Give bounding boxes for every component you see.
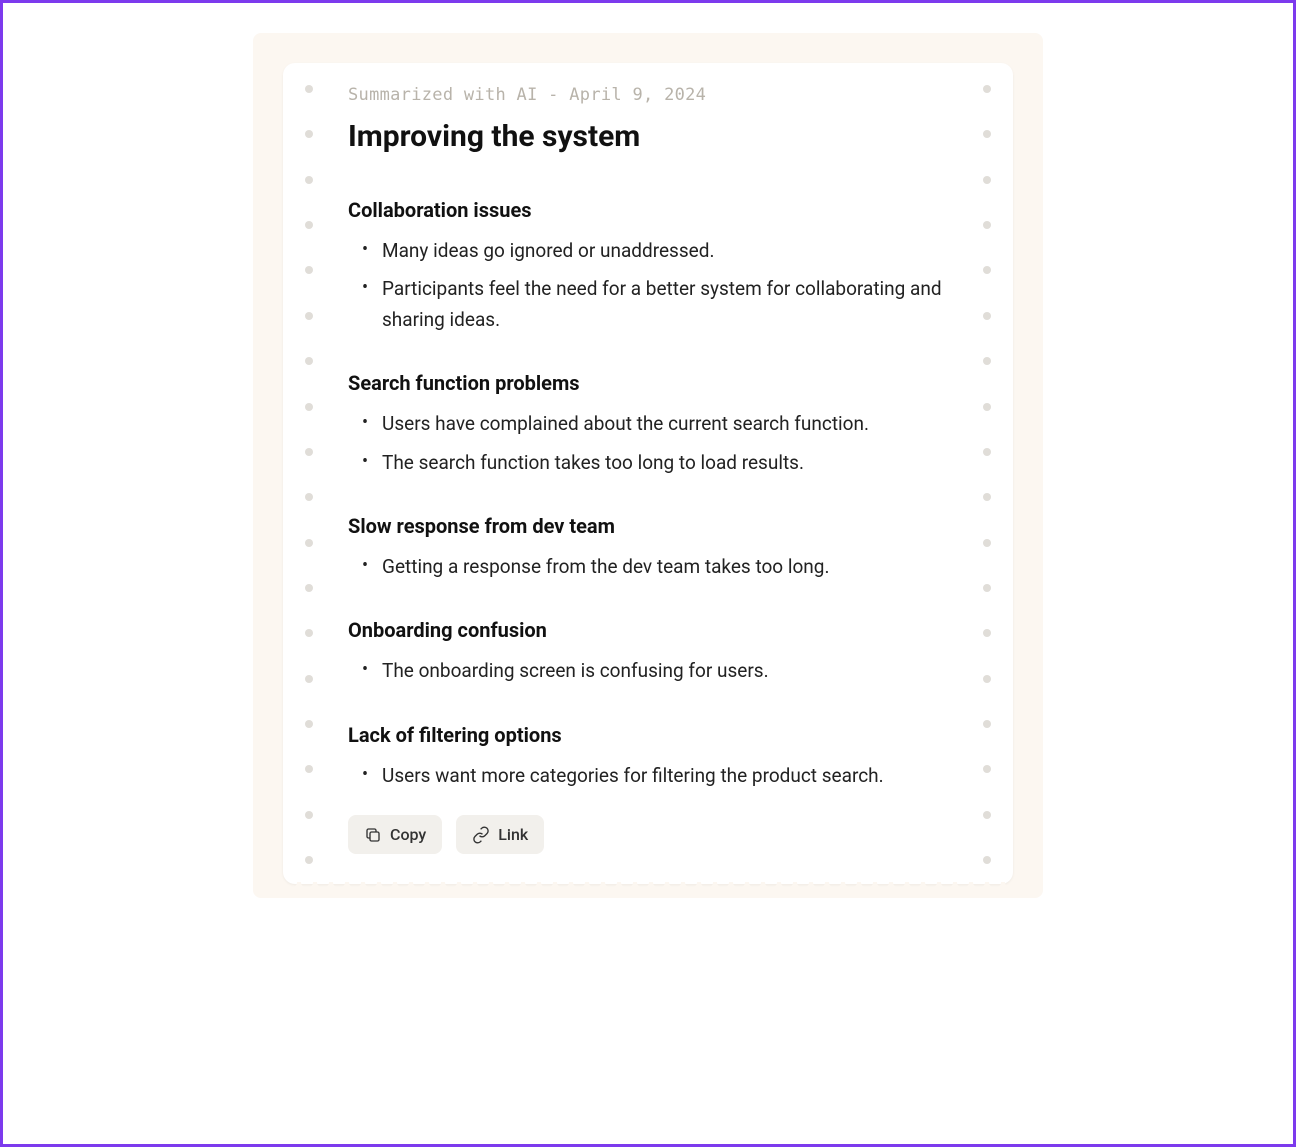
section-list: The onboarding screen is confusing for u…: [348, 656, 948, 686]
section-list: Getting a response from the dev team tak…: [348, 552, 948, 582]
section-lack-filtering-options: Lack of filtering options Users want mor…: [348, 723, 948, 791]
list-item: Participants feel the need for a better …: [362, 274, 948, 335]
meta-date: April 9, 2024: [569, 85, 706, 105]
link-button[interactable]: Link: [456, 815, 544, 854]
section-heading: Onboarding confusion: [348, 618, 948, 642]
meta-separator: -: [538, 85, 570, 105]
section-search-function-problems: Search function problems Users have comp…: [348, 371, 948, 478]
link-button-label: Link: [498, 825, 528, 844]
section-slow-response-dev-team: Slow response from dev team Getting a re…: [348, 514, 948, 582]
section-collaboration-issues: Collaboration issues Many ideas go ignor…: [348, 198, 948, 335]
section-heading: Slow response from dev team: [348, 514, 948, 538]
section-heading: Collaboration issues: [348, 198, 948, 222]
list-item: Users have complained about the current …: [362, 409, 948, 439]
page-title: Improving the system: [348, 119, 948, 154]
meta-line: Summarized with AI - April 9, 2024: [348, 85, 948, 105]
section-heading: Lack of filtering options: [348, 723, 948, 747]
list-item: Getting a response from the dev team tak…: [362, 552, 948, 582]
copy-button-label: Copy: [390, 825, 426, 844]
binding-holes-left: [305, 85, 313, 864]
meta-prefix: Summarized with AI: [348, 85, 538, 105]
torn-edge-decoration: [283, 882, 1013, 896]
summary-card: Summarized with AI - April 9, 2024 Impro…: [283, 63, 1013, 884]
action-bar: Copy Link: [348, 815, 948, 854]
section-onboarding-confusion: Onboarding confusion The onboarding scre…: [348, 618, 948, 686]
binding-holes-right: [983, 85, 991, 864]
link-icon: [472, 826, 490, 844]
section-list: Many ideas go ignored or unaddressed. Pa…: [348, 236, 948, 335]
list-item: Users want more categories for filtering…: [362, 761, 948, 791]
copy-button[interactable]: Copy: [348, 815, 442, 854]
section-list: Users want more categories for filtering…: [348, 761, 948, 791]
section-list: Users have complained about the current …: [348, 409, 948, 478]
list-item: The onboarding screen is confusing for u…: [362, 656, 948, 686]
copy-icon: [364, 826, 382, 844]
list-item: The search function takes too long to lo…: [362, 448, 948, 478]
section-heading: Search function problems: [348, 371, 948, 395]
document-container: Summarized with AI - April 9, 2024 Impro…: [253, 33, 1043, 898]
list-item: Many ideas go ignored or unaddressed.: [362, 236, 948, 266]
